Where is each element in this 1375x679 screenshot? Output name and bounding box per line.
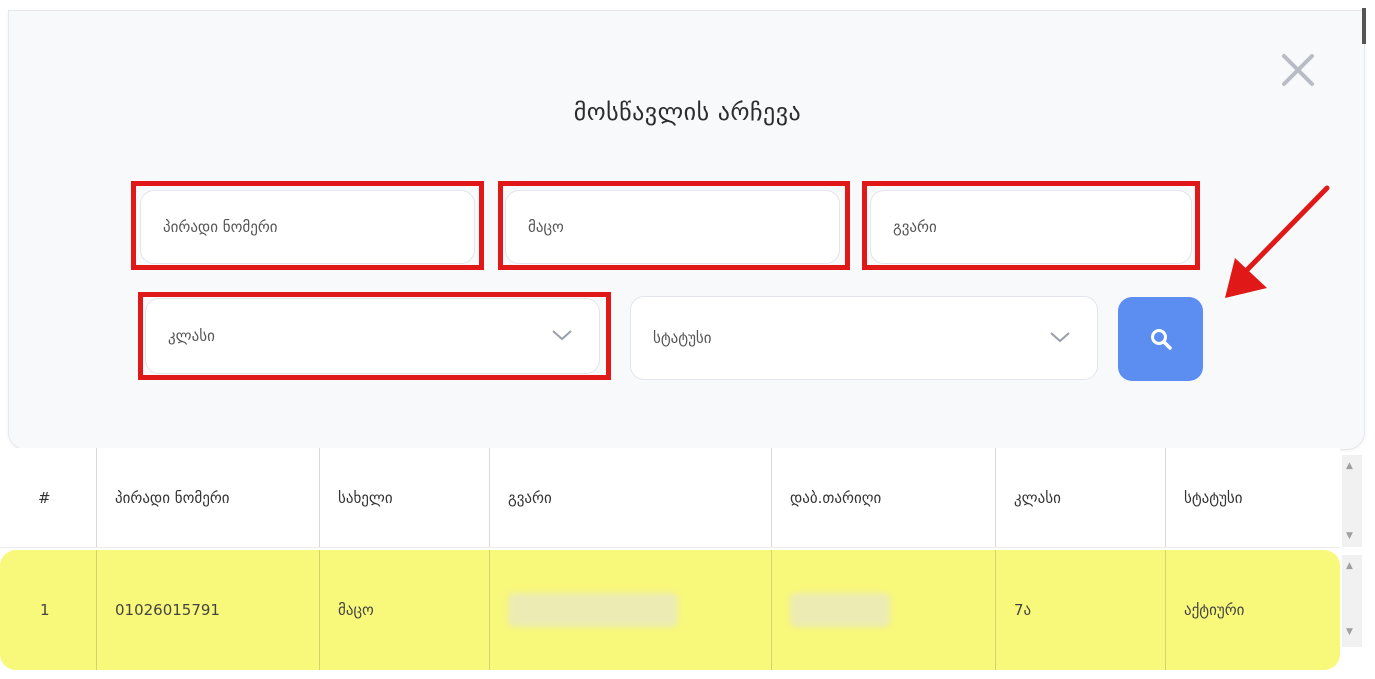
row-last-name-redacted [490, 550, 772, 670]
row-birth-date-redacted [772, 550, 996, 670]
last-name-input[interactable] [893, 218, 1191, 236]
header-class[interactable]: კლასი [996, 448, 1166, 547]
chevron-down-icon [551, 327, 573, 345]
header-scrollbar[interactable]: ▲ ▼ [1342, 455, 1362, 547]
first-name-input[interactable] [528, 218, 839, 236]
modal-title: მოსწავლის არჩევა [573, 98, 802, 126]
row-scrollbar[interactable]: ▲ ▼ [1342, 555, 1362, 647]
status-select-value: სტატუსი [653, 329, 712, 347]
row-status: აქტიური [1184, 601, 1245, 619]
table-row[interactable]: 1 01026015791 მაცო 7ა აქტიური [0, 550, 1340, 670]
row-first-name: მაცო [320, 550, 490, 670]
arrow-annotation [1225, 185, 1330, 298]
search-button[interactable] [1118, 297, 1203, 381]
header-birth-date[interactable]: დაბ.თარიღი [772, 448, 996, 547]
search-icon [1150, 329, 1172, 350]
personal-number-input[interactable] [163, 218, 474, 236]
header-first-name[interactable]: სახელი [320, 448, 490, 547]
personal-number-field[interactable] [140, 190, 475, 264]
header-last-name[interactable]: გვარი [490, 448, 772, 547]
screen: მოსწავლის არჩევა კლასი სტატუსი [0, 0, 1375, 679]
scroll-up-icon[interactable]: ▲ [1346, 561, 1353, 571]
header-index[interactable]: # [0, 448, 97, 547]
scroll-down-icon[interactable]: ▼ [1346, 531, 1353, 541]
class-select[interactable]: კლასი [145, 298, 600, 374]
chevron-down-icon [1049, 329, 1071, 347]
row-personal-number: 01026015791 [97, 550, 320, 670]
modal-edge [1362, 8, 1366, 44]
status-select[interactable]: სტატუსი [630, 296, 1098, 380]
header-status[interactable]: სტატუსი [1166, 448, 1340, 547]
close-icon[interactable] [1280, 52, 1316, 88]
header-personal-number[interactable]: პირადი ნომერი [97, 448, 320, 547]
last-name-field[interactable] [870, 190, 1192, 264]
row-index: 1 [0, 550, 97, 670]
redacted-birth-date [790, 593, 890, 627]
table-header: # პირადი ნომერი სახელი გვარი დაბ.თარიღი … [0, 448, 1340, 548]
class-select-value: კლასი [168, 327, 215, 345]
scroll-up-icon[interactable]: ▲ [1346, 461, 1353, 471]
row-class: 7ა [996, 550, 1166, 670]
redacted-last-name [508, 593, 678, 627]
scroll-down-icon[interactable]: ▼ [1346, 627, 1353, 637]
first-name-field[interactable] [505, 190, 840, 264]
